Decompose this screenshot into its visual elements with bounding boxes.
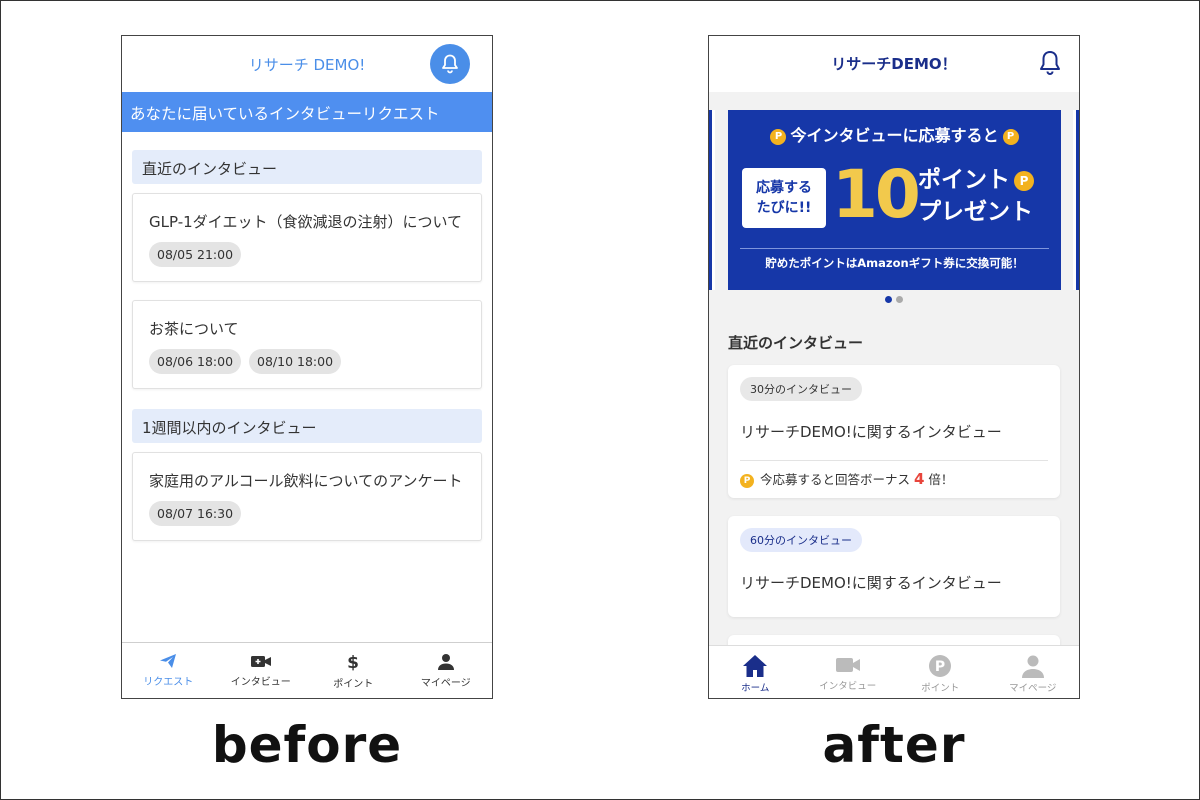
interview-card[interactable]: 家庭用のアルコール飲料についてのアンケート 08/07 16:30 [132,452,482,541]
date-chip[interactable]: 08/06 18:00 [149,349,242,374]
bell-icon[interactable] [1039,50,1061,76]
section-header-week: 1週間以内のインタビュー [132,409,482,443]
promo-banner[interactable]: P 今インタビューに応募すると P 応募する たびに!! 10 ポイント P プレゼン… [728,110,1061,290]
after-caption: after [822,716,966,774]
promo-badge: 応募する たびに!! [742,168,826,228]
bonus-multiplier: 4 [914,470,925,488]
coin-icon: P [770,128,787,145]
tab-label: インタビュー [230,677,291,688]
promo-carousel[interactable]: P 今インタビューに応募すると P 応募する たびに!! 10 ポイント P プレゼン… [709,110,1079,310]
promo-footer: 貯めたポイントはAmazonギフト券に交換可能！ [740,248,1049,271]
bottom-tab-bar: リクエスト インタビュー $ ポイント マイページ [122,642,492,698]
interview-card[interactable]: 60分のインタビュー リサーチDEMO!に関するインタビュー [728,516,1060,617]
interview-title: リサーチDEMO!に関するインタビュー [740,423,1002,441]
carousel-pagination [709,296,1079,303]
promo-badge-line2: たびに!! [756,200,812,216]
section-title: 直近のインタビュー [728,334,864,352]
tab-label: マイページ [420,678,471,689]
tab-home[interactable]: ホーム [709,646,802,698]
point-coin-icon: P [929,655,952,677]
paper-plane-icon [160,654,177,668]
tab-mypage[interactable]: マイページ [400,643,493,698]
request-list: 直近のインタビュー GLP-1ダイエット（食欲減退の注射）について 08/05 … [122,132,492,541]
svg-text:P: P [935,659,945,675]
coin-icon: P [1002,128,1019,145]
interview-title: GLP-1ダイエット（食欲減退の注射）について [149,213,463,231]
promo-headline: P 今インタビューに応募すると P [728,122,1061,146]
interview-card[interactable]: 30分のインタビュー リサーチDEMO!に関するインタビュー P 今応募すると回答… [728,365,1060,498]
interview-title: リサーチDEMO!に関するインタビュー [740,574,1002,592]
pagination-dot-active[interactable] [885,296,892,303]
tab-interview[interactable]: インタビュー [802,646,895,698]
before-phone-screen: リサーチ DEMO! あなたに届いているインタビューリクエスト 直近のインタビュ… [121,35,493,699]
tab-mypage[interactable]: マイページ [987,646,1080,698]
bottom-tab-bar: ホーム インタビュー P ポイント マイページ [709,645,1079,698]
request-banner: あなたに届いているインタビューリクエスト [122,92,492,132]
after-phone-screen: リサーチDEMO！ P 今インタビューに応募すると P 応募する たびに!! 10 … [708,35,1080,699]
app-header: リサーチDEMO！ [709,36,1079,92]
bonus-text: 今応募すると回答ボーナス [760,472,911,487]
date-chips: 08/06 18:00 08/10 18:00 [149,349,465,374]
coin-icon: P [1014,170,1034,191]
duration-pill: 60分のインタビュー [740,528,862,552]
duration-pill: 30分のインタビュー [740,377,862,401]
promo-badge-line1: 応募する [756,180,812,196]
section-header-recent: 直近のインタビュー [132,150,482,184]
date-chip[interactable]: 08/07 16:30 [149,501,242,526]
promo-word-present: プレゼント [918,199,1033,225]
before-caption: before [211,716,403,774]
tab-label: マイページ [1009,683,1057,694]
bonus-note: P 今応募すると回答ボーナス 4 倍！ [740,460,1048,488]
video-camera-icon [250,656,271,667]
video-camera-icon [835,658,860,672]
app-title: リサーチDEMO！ [831,55,957,73]
promo-words: ポイント P プレゼント [918,164,1038,228]
interview-title: 家庭用のアルコール飲料についてのアンケート [149,472,463,490]
svg-text:$: $ [347,653,359,671]
coin-icon: P [740,473,754,488]
date-chip[interactable]: 08/05 21:00 [149,242,242,267]
interview-card[interactable]: GLP-1ダイエット（食欲減退の注射）について 08/05 21:00 [132,193,482,282]
tab-label: ホーム [741,683,770,694]
tab-label: ポイント [921,683,960,694]
date-chip[interactable]: 08/10 18:00 [249,349,342,374]
next-slide-peek [1073,110,1079,290]
notification-button[interactable] [430,44,470,84]
pagination-dot[interactable] [896,296,903,303]
bell-icon [442,54,458,74]
tab-label: リクエスト [143,677,194,688]
tab-point[interactable]: $ ポイント [307,643,400,698]
prev-slide-peek [709,110,715,290]
app-header: リサーチ DEMO! [122,36,492,92]
promo-number: 10 [832,156,921,233]
tab-point[interactable]: P ポイント [894,646,987,698]
tab-interview[interactable]: インタビュー [215,643,308,698]
tab-request[interactable]: リクエスト [122,643,215,698]
promo-headline-text: 今インタビューに応募すると [790,126,999,145]
date-chips: 08/07 16:30 [149,501,465,526]
tab-label: ポイント [333,679,374,690]
date-chips: 08/05 21:00 [149,242,465,267]
home-icon [743,655,768,677]
user-icon [437,654,454,670]
interview-title: お茶について [149,320,239,338]
user-icon [1021,655,1044,678]
promo-word-point: ポイント [918,167,1010,193]
tab-label: インタビュー [819,681,877,692]
bonus-suffix: 倍！ [928,472,954,487]
interview-card[interactable]: お茶について 08/06 18:00 08/10 18:00 [132,300,482,389]
dollar-icon: $ [347,653,359,671]
